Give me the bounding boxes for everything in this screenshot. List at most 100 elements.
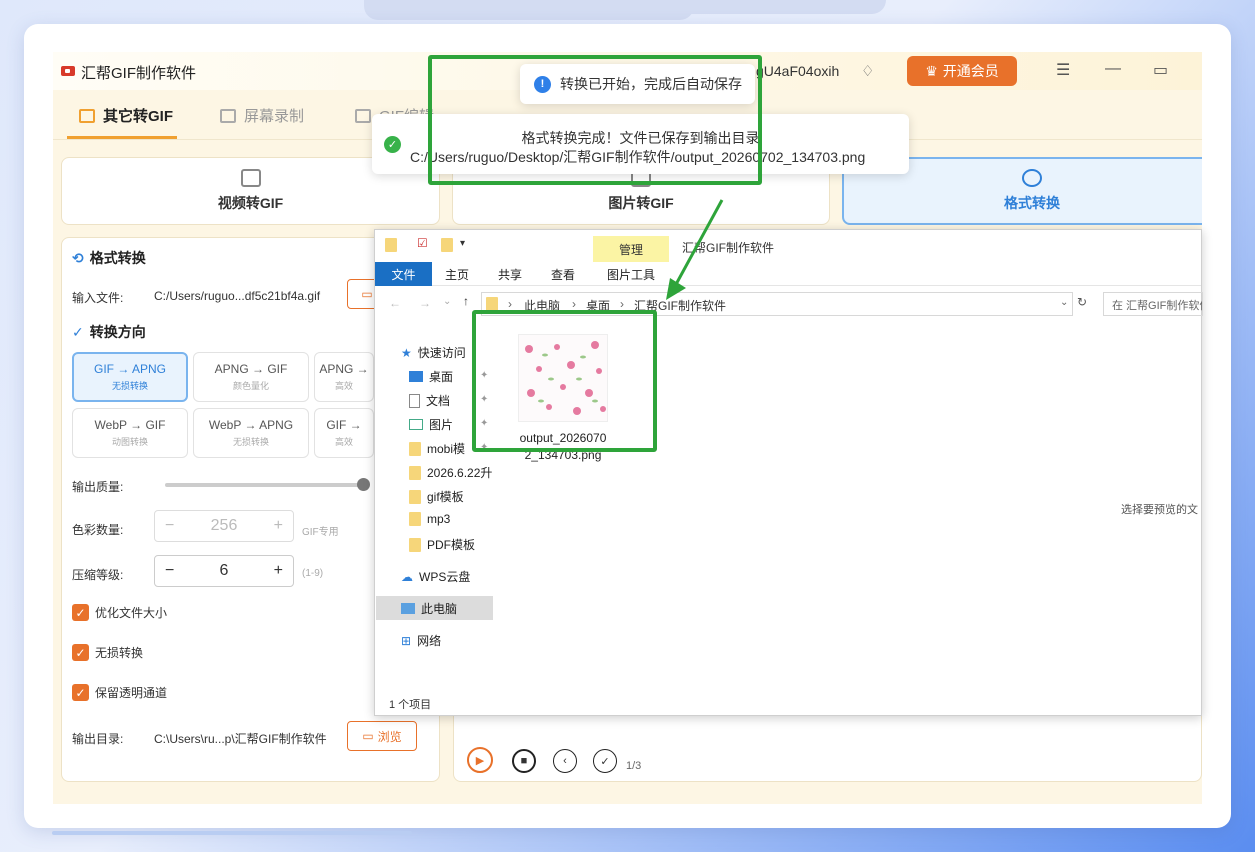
plus-icon[interactable]: + (274, 517, 283, 535)
quality-slider-handle[interactable] (357, 478, 370, 491)
chevron-right-icon: › (620, 297, 624, 311)
compress-stepper[interactable]: − 6 + (154, 555, 294, 587)
conv-webp-gif[interactable]: WebP → GIF 动图转换 (72, 408, 188, 458)
camera-icon (220, 108, 236, 123)
conv-sub: 动图转换 (111, 437, 148, 447)
nav-folder-gif[interactable]: gif模板 (409, 488, 464, 505)
menu-icon[interactable]: ☰ (1056, 60, 1070, 80)
output-browse-button[interactable]: ▭ 浏览 (347, 721, 417, 751)
tab-other-to-gif[interactable]: 其它转GIF (79, 105, 173, 126)
conv-sub: 颜色量化 (232, 381, 269, 391)
colors-label: 色彩数量: (72, 523, 124, 537)
chevron-down-icon[interactable]: ⌄ (443, 296, 451, 307)
nav-label: mobi模 (427, 442, 466, 456)
conv-webp-apng[interactable]: WebP → APNG 无损转换 (193, 408, 309, 458)
nav-label: mp3 (427, 512, 451, 526)
ribbon-view[interactable]: 查看 (551, 266, 575, 283)
tab-screen-record[interactable]: 屏幕录制 (220, 105, 304, 126)
page-indicator: 1/3 (626, 760, 642, 772)
app-logo-icon (61, 66, 75, 76)
nav-folder-mp3[interactable]: mp3 (409, 512, 450, 526)
nav-this-pc[interactable]: 此电脑 (401, 600, 457, 617)
minimize-icon[interactable]: — (1105, 60, 1121, 78)
cloud-icon: ☁ (401, 569, 413, 584)
back-icon[interactable]: ← (389, 296, 401, 310)
confirm-icon[interactable]: ✓ (593, 749, 617, 773)
nav-wps-cloud[interactable]: ☁ WPS云盘 (401, 568, 470, 585)
nav-label: 网络 (417, 634, 442, 648)
scrollbar[interactable] (52, 831, 412, 835)
ribbon-tabs: 文件 主页 共享 查看 图片工具 (375, 262, 1201, 286)
nav-label: 此电脑 (421, 602, 458, 616)
panel-title-text: 格式转换 (89, 250, 146, 266)
conv-main: APNG → GIF (214, 362, 288, 376)
minus-icon[interactable]: − (165, 517, 174, 535)
conv-gif-apng[interactable]: GIF → APNG 无损转换 (72, 352, 188, 402)
ribbon-share[interactable]: 共享 (498, 266, 522, 283)
conv-main: APNG → (319, 362, 369, 376)
nav-label: 文档 (426, 394, 451, 408)
checkbox-keep-alpha[interactable]: ✓ 保留透明通道 (72, 684, 167, 701)
desktop-icon (409, 371, 423, 382)
folder-icon (409, 441, 421, 456)
colors-stepper[interactable]: − 256 + (154, 510, 294, 542)
nav-documents[interactable]: 文档 (409, 392, 450, 409)
vip-button[interactable]: ♛ 开通会员 (907, 56, 1017, 86)
chevron-down-icon[interactable]: ▾ (460, 238, 465, 249)
check-icon: ✓ (72, 324, 84, 340)
refresh-icon[interactable]: ↻ (1077, 295, 1087, 309)
conv-sub: 无损转换 (232, 437, 269, 447)
maximize-icon[interactable]: ▭ (1153, 60, 1168, 80)
nav-label: gif模板 (427, 490, 464, 504)
input-value: C:/Users/ruguo...df5c21bf4a.gif (154, 289, 321, 303)
play-icon[interactable]: ▶ (467, 747, 493, 773)
plus-icon[interactable]: + (274, 562, 283, 580)
quality-slider[interactable] (165, 478, 370, 491)
conv-gif-other[interactable]: GIF → 高效 (314, 408, 374, 458)
nav-network[interactable]: ⊞ 网络 (401, 632, 441, 649)
checkbox-check-icon: ✓ (72, 684, 89, 701)
colors-value: 256 (210, 517, 238, 534)
nav-pictures[interactable]: 图片 (409, 416, 453, 433)
forward-icon[interactable]: → (419, 296, 431, 310)
nav-label: 桌面 (429, 370, 454, 384)
highlight-box-file (472, 310, 657, 452)
nav-folder-2026[interactable]: 2026.6.22升 (409, 464, 492, 481)
up-icon[interactable]: ↑ (463, 294, 469, 308)
star-icon: ★ (401, 345, 412, 360)
checkbox-check-icon: ✓ (72, 644, 89, 661)
checkbox-lossless[interactable]: ✓ 无损转换 (72, 644, 143, 661)
search-input[interactable]: 在 汇帮GIF制作软件 (1103, 292, 1203, 316)
conv-main: GIF → APNG (93, 362, 166, 376)
properties-icon[interactable]: ☑ (417, 236, 428, 250)
output-label: 输出目录: (72, 732, 124, 746)
browse-label: 浏览 (377, 729, 402, 744)
ribbon-picture-tools[interactable]: 图片工具 (607, 266, 655, 283)
nav-folder-pdf[interactable]: PDF模板 (409, 536, 475, 553)
direction-title-text: 转换方向 (89, 324, 146, 340)
username: gU4aF04oxih (756, 63, 840, 79)
minus-icon[interactable]: − (165, 562, 174, 580)
nav-desktop[interactable]: 桌面 (409, 368, 453, 385)
status-bar: 1 个项目 (389, 699, 432, 711)
ribbon-file[interactable]: 文件 (375, 262, 432, 286)
manage-tab[interactable]: 管理 (593, 236, 669, 262)
annotation-arrow (666, 199, 724, 300)
nav-folder-mobi[interactable]: mobi模 (409, 440, 465, 457)
picture-icon (409, 419, 423, 430)
ribbon-home[interactable]: 主页 (445, 266, 469, 283)
crown-icon: ♛ (925, 62, 938, 79)
preview-hint: 选择要预览的文 (1121, 504, 1198, 516)
stop-icon[interactable]: ■ (512, 749, 536, 773)
chevron-down-icon[interactable]: ⌄ (1060, 297, 1068, 308)
prev-icon[interactable]: ‹ (553, 749, 577, 773)
mode-label: 格式转换 (1004, 195, 1060, 211)
network-icon: ⊞ (401, 633, 412, 648)
file-explorer-window: ☑ ▾ 管理 汇帮GIF制作软件 文件 主页 共享 查看 图片工具 ← → ⌄ … (374, 229, 1203, 716)
checkbox-optimize-size[interactable]: ✓ 优化文件大小 (72, 604, 167, 621)
new-folder-icon[interactable] (441, 238, 453, 252)
conv-apng-gif[interactable]: APNG → GIF 颜色量化 (193, 352, 309, 402)
checkbox-label: 优化文件大小 (95, 606, 168, 620)
nav-quick-access[interactable]: ★ 快速访问 (401, 344, 466, 361)
conv-apng-other[interactable]: APNG → 高效 (314, 352, 374, 402)
